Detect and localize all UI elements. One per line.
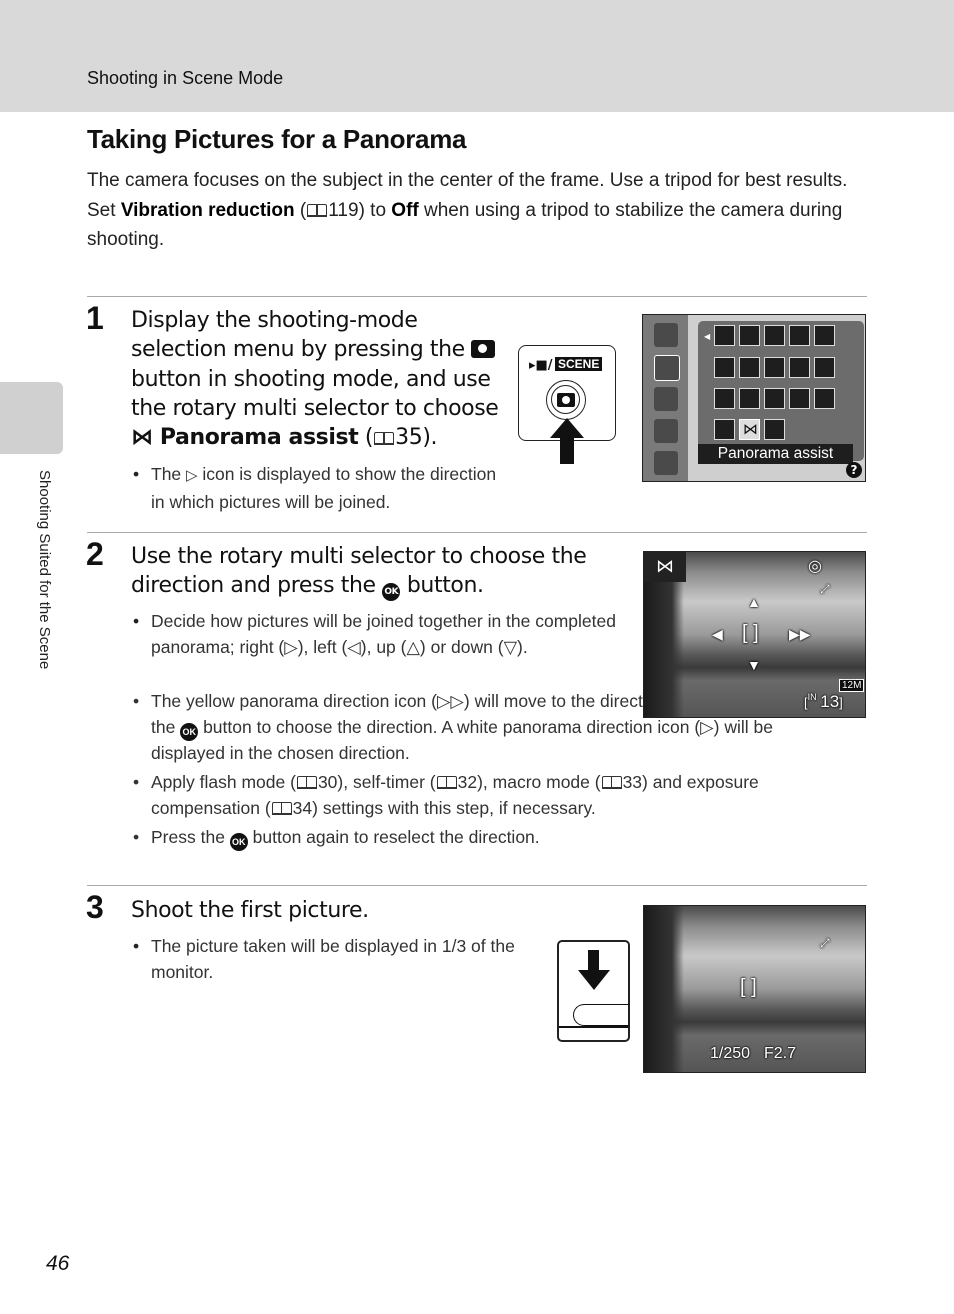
camera-icon: [557, 393, 575, 407]
panorama-mode-badge: ⋈: [644, 552, 686, 582]
book-reference-icon: [271, 801, 292, 815]
list-item: • Press the OK button again to reselect …: [131, 825, 841, 851]
book-reference-icon: [436, 776, 457, 789]
panorama-direction-screen: ⋈ ◎ ⤢ ▲ ◀ [ ] ▶▶ ▼ 12M [IN 13]: [643, 551, 866, 718]
vr-icon: ◎: [808, 558, 822, 575]
side-tab-label: Shooting Suited for the Scene: [36, 470, 53, 670]
left-arrow-icon: ◀: [704, 332, 711, 341]
scene-item-sunset[interactable]: [789, 357, 810, 378]
header-band: [0, 0, 954, 112]
step-2-number: 2: [86, 536, 104, 572]
ok-button-icon: OK: [180, 722, 199, 741]
mode-sidebar: [643, 315, 688, 481]
scene-item-food[interactable]: [739, 388, 760, 409]
step-2-title: Use the rotary multi selector to choose …: [131, 542, 601, 602]
scene-label: SCENE: [555, 357, 603, 371]
intro-line2: Set Vibration reduction (119) to Off whe…: [87, 199, 843, 251]
step-1-title: Display the shooting-mode selection menu…: [131, 308, 499, 451]
palm-tree: [644, 906, 684, 1072]
scene-item-fireworks[interactable]: [789, 388, 810, 409]
side-tab: [0, 382, 63, 454]
step-1-number: 1: [86, 300, 104, 336]
scene-item-dusk-dawn[interactable]: [814, 357, 835, 378]
list-item: • Apply flash mode (30), self-timer (32)…: [133, 772, 759, 818]
step-2-bullets-top: Decide how pictures will be joined toget…: [131, 609, 621, 664]
scene-item-beach[interactable]: [739, 357, 760, 378]
camera-mode-icon: [654, 323, 678, 347]
scene-menu-screen: ◀ ⋈ Panorama assist ?: [642, 314, 866, 482]
scene-item-party-indoor[interactable]: [714, 357, 735, 378]
step-3-number: 3: [86, 889, 104, 925]
book-reference-icon: [307, 203, 328, 217]
book-reference-icon: [296, 776, 317, 789]
scene-item-night-portrait[interactable]: [814, 325, 835, 346]
scene-item-panorama-assist[interactable]: ⋈: [739, 419, 760, 440]
book-reference-icon: [601, 776, 622, 789]
scene-item-snow[interactable]: [764, 357, 785, 378]
page-title: Taking Pictures for a Panorama: [87, 124, 467, 154]
aperture: F2.7: [764, 1045, 797, 1062]
zoom-indicator-icon: ⤢: [820, 582, 830, 596]
panorama-assist-icon: ⋈: [131, 425, 160, 451]
scene-item-sports[interactable]: [789, 325, 810, 346]
subject-tracking-icon: [654, 419, 678, 443]
camera-icon: [471, 340, 496, 359]
list-item: The picture taken will be displayed in 1…: [131, 934, 521, 985]
intro-text: The camera focuses on the subject in the…: [87, 166, 877, 255]
shutter-button-figure: [557, 940, 630, 1042]
up-direction-icon[interactable]: ▲: [747, 594, 761, 610]
step-3-title: Shoot the first picture.: [131, 898, 369, 923]
divider: [87, 885, 867, 886]
scene-item-voice-recording[interactable]: [764, 419, 785, 440]
scene-item-copy[interactable]: [814, 388, 835, 409]
vibration-reduction-term: Vibration reduction: [120, 199, 295, 221]
step-3-bullets: The picture taken will be displayed in 1…: [131, 934, 521, 989]
book-reference-icon: [374, 432, 395, 446]
divider: [87, 532, 867, 533]
step-1-bullets: The ▷ icon is displayed to show the dire…: [131, 462, 501, 519]
scene-item-night-landscape[interactable]: [714, 388, 735, 409]
finger-icon: [573, 1004, 629, 1026]
first-shot-screen: ⤢ [ ] 1/250 F2.7: [643, 905, 866, 1073]
zoom-indicator-icon: ⤢: [820, 936, 830, 950]
focus-bracket: [ ]: [742, 622, 759, 644]
scene-grid: ◀ ⋈: [698, 321, 864, 461]
down-direction-icon[interactable]: ▼: [747, 657, 761, 673]
ok-button-icon: OK: [229, 833, 248, 851]
selected-scene-label: Panorama assist: [698, 444, 853, 464]
arrow-up-icon: [550, 418, 584, 438]
shutter-speed: 1/250: [710, 1045, 751, 1062]
scene-item-auto-selector[interactable]: [714, 325, 735, 346]
page-ref: 119: [328, 199, 359, 221]
movie-icon: ▸■/: [529, 358, 553, 373]
divider: [87, 296, 867, 297]
list-item: The ▷ icon is displayed to show the dire…: [131, 462, 501, 515]
list-item: Decide how pictures will be joined toget…: [131, 609, 621, 660]
ok-button-icon: OK: [382, 583, 401, 602]
help-icon: ?: [846, 462, 862, 478]
right-direction-icon-yellow[interactable]: ▶▶: [789, 626, 811, 643]
page-number: 46: [46, 1252, 70, 1275]
scene-mode-icon: [654, 355, 680, 381]
section-header: Shooting in Scene Mode: [87, 68, 284, 88]
right-direction-icon: ▷: [186, 468, 198, 484]
intro-line1: The camera focuses on the subject in the…: [87, 170, 848, 191]
off-term: Off: [391, 199, 419, 221]
scene-item-museum[interactable]: [764, 388, 785, 409]
left-direction-icon[interactable]: ◀: [712, 626, 723, 643]
focus-bracket: [ ]: [740, 976, 757, 998]
arrow-up-shaft: [560, 437, 574, 464]
movie-mode-icon: [654, 451, 678, 475]
panorama-assist-term: Panorama assist: [159, 425, 359, 451]
memory-indicator: [IN 13]: [804, 692, 843, 711]
exposures-remaining: 13: [820, 692, 840, 711]
camera-button: [546, 380, 586, 420]
scene-item-landscape[interactable]: [764, 325, 785, 346]
scene-item-portrait[interactable]: [739, 325, 760, 346]
image-size-badge: 12M: [839, 679, 865, 692]
arrow-down-icon: [588, 950, 599, 972]
smart-portrait-icon: [654, 387, 678, 411]
scene-item-backlighting[interactable]: [714, 419, 735, 440]
